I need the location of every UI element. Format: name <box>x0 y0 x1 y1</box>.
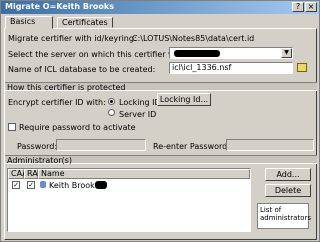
column-name-label: Name <box>41 169 65 178</box>
tab-basics-label: Basics <box>10 17 36 26</box>
protection-section-label: How this certifier is protected <box>7 83 126 92</box>
redacted-server-name <box>174 50 220 57</box>
admins-section-header: Administrator(s) <box>5 155 317 165</box>
column-header-caa[interactable]: CAA <box>8 169 28 179</box>
radio-locking-id[interactable] <box>108 98 115 105</box>
certifier-path: C:\LOTUS\Notes85\data\cert.id <box>132 34 255 43</box>
add-button-label: Add... <box>276 170 300 179</box>
require-password-label: Require password to activate <box>19 123 136 132</box>
reenter-password-field[interactable] <box>226 139 314 151</box>
caa-checkbox[interactable]: ✓ <box>12 181 20 189</box>
tab-certificates-label: Certificates <box>62 18 108 27</box>
admins-list[interactable]: CAA RA Name ✓ ✓ Keith Brook <box>7 168 251 232</box>
password-field[interactable] <box>56 139 146 151</box>
add-button[interactable]: Add... <box>265 168 311 181</box>
chevron-down-icon[interactable]: ▼ <box>281 48 292 58</box>
admins-section-label: Administrator(s) <box>7 156 72 165</box>
require-password-checkbox[interactable] <box>8 123 16 131</box>
close-icon[interactable]: × <box>305 2 317 12</box>
database-name-value: icl\icl_1336.nsf <box>172 63 232 72</box>
server-id-label: Server ID <box>119 110 157 119</box>
server-select[interactable]: ▼ <box>169 47 293 59</box>
radio-server-id[interactable] <box>108 109 115 116</box>
locking-id-button-label: Locking Id... <box>159 95 209 104</box>
encrypt-label: Encrypt certifier ID with: <box>8 98 106 107</box>
column-header-ra[interactable]: RA <box>24 169 38 179</box>
tab-certificates[interactable]: Certificates <box>57 17 113 28</box>
reenter-password-label: Re-enter Password: <box>153 142 230 151</box>
protection-section-header: How this certifier is protected <box>5 82 317 92</box>
admins-help-box: List of administrators <box>257 203 311 229</box>
folder-icon[interactable] <box>297 63 307 72</box>
database-label: Name of ICL database to be created: <box>8 65 156 74</box>
user-icon <box>40 181 46 188</box>
help-icon[interactable]: ? <box>292 2 304 12</box>
certifier-label: Migrate certifier with id/keyring: <box>8 34 137 43</box>
delete-button[interactable]: Delete <box>265 184 311 197</box>
admin-name: Keith Brook <box>49 181 95 190</box>
ra-checkbox[interactable]: ✓ <box>27 181 35 189</box>
password-label: Password: <box>17 142 58 151</box>
redacted-name-part <box>95 181 107 189</box>
locking-id-button[interactable]: Locking Id... <box>157 93 211 106</box>
locking-id-label: Locking ID <box>119 98 161 107</box>
migrate-dialog: Migrate O=Keith Brooks ? × Basics Certif… <box>0 0 320 242</box>
column-ra-label: RA <box>27 169 38 178</box>
table-row[interactable]: ✓ ✓ Keith Brook <box>8 180 250 190</box>
database-name-field[interactable]: icl\icl_1336.nsf <box>169 62 293 74</box>
tab-basics[interactable]: Basics <box>5 16 53 29</box>
title-bar[interactable]: Migrate O=Keith Brooks ? × <box>1 1 319 14</box>
admins-help-text: List of administrators <box>260 206 311 222</box>
window-title: Migrate O=Keith Brooks <box>5 2 114 11</box>
column-header-name[interactable]: Name <box>38 169 250 179</box>
delete-button-label: Delete <box>274 186 302 195</box>
